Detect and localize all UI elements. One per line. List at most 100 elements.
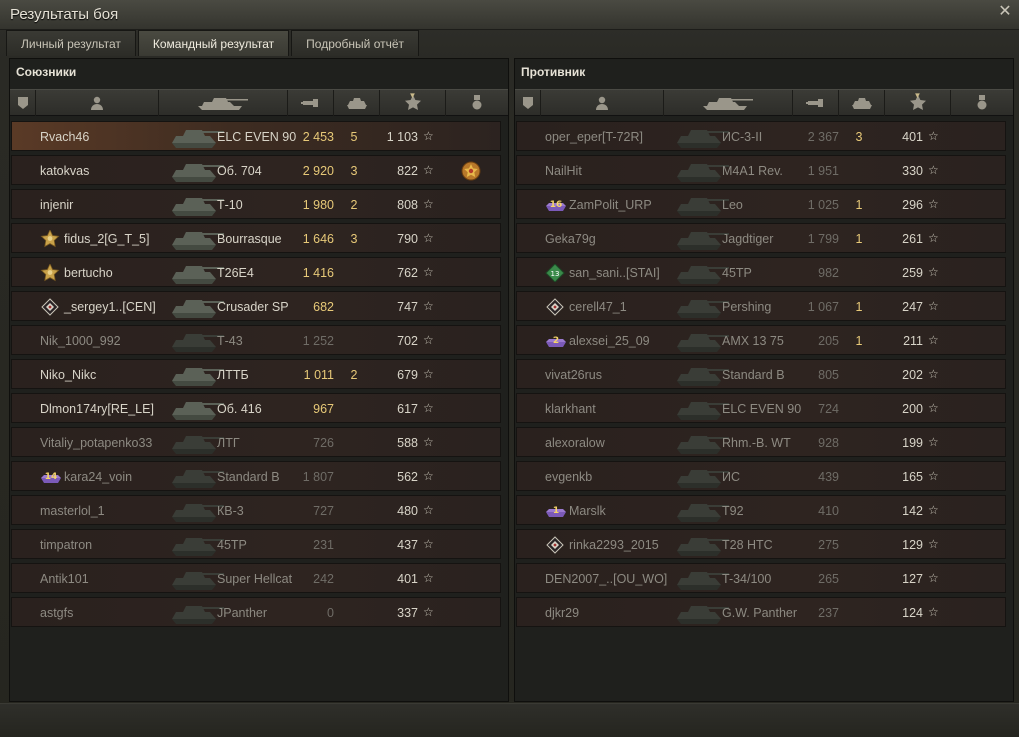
player-row[interactable]: masterlol_1 КВ-3 727 480 ☆ bbox=[11, 495, 501, 525]
player-row[interactable]: alexoralow Rhm.-B. WT 928 199 ☆ bbox=[516, 427, 1006, 457]
svg-text:13: 13 bbox=[551, 270, 560, 278]
vehicle-name: Т-10 bbox=[217, 198, 243, 212]
frags-icon[interactable] bbox=[839, 90, 885, 116]
player-row[interactable]: rinka2293_2015 T28 HTC 275 129 ☆ bbox=[516, 529, 1006, 559]
player-row[interactable]: Geka79g Jagdtiger 1 799 1 261 ☆ bbox=[516, 223, 1006, 253]
bottom-bar bbox=[0, 703, 1019, 737]
xp-value: 822 bbox=[397, 164, 418, 178]
gold-star-badge-icon bbox=[40, 229, 60, 248]
player-row[interactable]: Niko_Nikc ЛТТБ 1 011 2 679 ☆ bbox=[11, 359, 501, 389]
damage-value: 724 bbox=[818, 402, 839, 416]
vehicle-name: Bourrasque bbox=[217, 232, 282, 246]
xp-star-icon[interactable]: ▼ bbox=[380, 90, 446, 116]
player-row[interactable]: Rvach46 ELC EVEN 90 2 453 5 1 103 ☆ bbox=[11, 121, 501, 151]
player-row[interactable]: NailHit M4A1 Rev. 1 951 330 ☆ bbox=[516, 155, 1006, 185]
player-row[interactable]: katokvas Об. 704 2 920 3 822 ☆ bbox=[11, 155, 501, 185]
vehicle-name: Leo bbox=[722, 198, 743, 212]
player-row[interactable]: 13 san_sani..[STAI] 45TP 982 259 ☆ bbox=[516, 257, 1006, 287]
medal-icon[interactable] bbox=[951, 90, 1013, 116]
vehicle-name: T92 bbox=[722, 504, 744, 518]
allies-title: Союзники bbox=[16, 65, 77, 79]
damage-value: 2 367 bbox=[807, 130, 839, 144]
xp-star-icon: ☆ bbox=[928, 163, 939, 177]
player-row[interactable]: vivat26rus Standard B 805 202 ☆ bbox=[516, 359, 1006, 389]
player-name: san_sani..[STAI] bbox=[569, 266, 660, 280]
vehicle-name: Jagdtiger bbox=[722, 232, 774, 246]
xp-value: 199 bbox=[902, 436, 923, 450]
player-name: Rvach46 bbox=[40, 130, 90, 144]
player-name: rinka2293_2015 bbox=[569, 538, 659, 552]
player-row[interactable]: astgfs JPanther 0 337 ☆ bbox=[11, 597, 501, 627]
tank-icon[interactable] bbox=[10, 90, 36, 116]
player-row[interactable]: Antik101 Super Hellcat 242 401 ☆ bbox=[11, 563, 501, 593]
xp-value: 337 bbox=[397, 606, 418, 620]
player-name: oper_eper[T-72R] bbox=[545, 130, 643, 144]
allies-panel: Союзники ▼ Rvach46 ELC EVEN 90 2 453 5 1… bbox=[9, 58, 509, 702]
player-row[interactable]: 2 alexsei_25_09 AMX 13 75 205 1 211 ☆ bbox=[516, 325, 1006, 355]
player-row[interactable]: Dlmon174ry[RE_LE] Об. 416 967 617 ☆ bbox=[11, 393, 501, 423]
player-row[interactable]: klarkhant ELC EVEN 90 724 200 ☆ bbox=[516, 393, 1006, 423]
rank-1-badge-icon: 1 bbox=[545, 502, 566, 520]
xp-value: 562 bbox=[397, 470, 418, 484]
player-row[interactable]: 1 Marslk T92 410 142 ☆ bbox=[516, 495, 1006, 525]
medal-icon[interactable] bbox=[461, 161, 481, 181]
vehicle-name: Pershing bbox=[722, 300, 772, 314]
player-row[interactable]: DEN2007_..[OU_WO] T-34/100 265 127 ☆ bbox=[516, 563, 1006, 593]
battle-results-window: Результаты боя ✕ Личный результат Команд… bbox=[0, 0, 1019, 737]
player-icon[interactable] bbox=[541, 90, 664, 116]
kills-value: 5 bbox=[350, 130, 358, 144]
player-name: Antik101 bbox=[40, 572, 89, 586]
xp-star-icon: ☆ bbox=[423, 197, 434, 211]
player-row[interactable]: oper_eper[T-72R] ИС-3-II 2 367 3 401 ☆ bbox=[516, 121, 1006, 151]
rank-14-badge-icon: 14 bbox=[40, 468, 61, 486]
enemies-list: oper_eper[T-72R] ИС-3-II 2 367 3 401 ☆ NailHit… bbox=[516, 121, 1006, 631]
damage-value: 967 bbox=[313, 402, 334, 416]
medal-icon[interactable] bbox=[446, 90, 508, 116]
frags-icon[interactable] bbox=[334, 90, 380, 116]
player-row[interactable]: cerell47_1 Pershing 1 067 1 247 ☆ bbox=[516, 291, 1006, 321]
kills-value: 1 bbox=[855, 198, 863, 212]
diamond-badge-icon bbox=[545, 298, 565, 316]
tab-personal-result[interactable]: Личный результат bbox=[6, 30, 136, 56]
close-icon[interactable]: ✕ bbox=[997, 4, 1013, 20]
player-row[interactable]: evgenkb ИС 439 165 ☆ bbox=[516, 461, 1006, 491]
player-row[interactable]: bertucho T26E4 1 416 762 ☆ bbox=[11, 257, 501, 287]
xp-star-icon: ☆ bbox=[928, 435, 939, 449]
player-row[interactable]: fidus_2[G_T_5] Bourrasque 1 646 3 790 ☆ bbox=[11, 223, 501, 253]
player-row[interactable]: timpatron 45TP 231 437 ☆ bbox=[11, 529, 501, 559]
xp-value: 401 bbox=[902, 130, 923, 144]
vehicle-name: ИС-3-II bbox=[722, 130, 763, 144]
player-row[interactable]: 16 ZamPolit_URP Leo 1 025 1 296 ☆ bbox=[516, 189, 1006, 219]
player-row[interactable]: Vitaliy_potapenko33 ЛТГ 726 588 ☆ bbox=[11, 427, 501, 457]
damage-value: 1 252 bbox=[302, 334, 334, 348]
vehicle-name: Standard B bbox=[722, 368, 785, 382]
xp-star-icon: ☆ bbox=[423, 367, 434, 381]
tab-detailed-report[interactable]: Подробный отчёт bbox=[291, 30, 420, 56]
player-name: fidus_2[G_T_5] bbox=[64, 232, 150, 246]
player-name: NailHit bbox=[545, 164, 582, 178]
damage-icon[interactable] bbox=[288, 90, 334, 116]
player-name: evgenkb bbox=[545, 470, 593, 484]
player-icon[interactable] bbox=[36, 90, 159, 116]
vehicle-icon[interactable] bbox=[159, 90, 288, 116]
player-row[interactable]: 14 kara24_voin Standard B 1 807 562 ☆ bbox=[11, 461, 501, 491]
xp-star-icon: ☆ bbox=[423, 231, 434, 245]
enemies-panel: Противник ▼ oper_eper[T-72R] ИС-3-II 2 3… bbox=[514, 58, 1014, 702]
xp-star-icon: ☆ bbox=[928, 605, 939, 619]
player-row[interactable]: injenir Т-10 1 980 2 808 ☆ bbox=[11, 189, 501, 219]
tank-icon[interactable] bbox=[515, 90, 541, 116]
damage-icon[interactable] bbox=[793, 90, 839, 116]
player-row[interactable]: Nik_1000_992 Т-43 1 252 702 ☆ bbox=[11, 325, 501, 355]
vehicle-icon[interactable] bbox=[664, 90, 793, 116]
xp-value: 259 bbox=[902, 266, 923, 280]
xp-star-icon[interactable]: ▼ bbox=[885, 90, 951, 116]
vehicle-name: Т-43 bbox=[217, 334, 243, 348]
rank-16-badge-icon: 16 bbox=[545, 196, 566, 214]
svg-text:16: 16 bbox=[550, 200, 563, 210]
xp-value: 702 bbox=[397, 334, 418, 348]
player-row[interactable]: djkr29 G.W. Panther 237 124 ☆ bbox=[516, 597, 1006, 627]
title-bar[interactable]: Результаты боя ✕ bbox=[0, 0, 1019, 30]
player-row[interactable]: _sergey1..[CEN] Crusader SP 682 747 ☆ bbox=[11, 291, 501, 321]
xp-value: 762 bbox=[397, 266, 418, 280]
tab-team-result[interactable]: Командный результат bbox=[137, 30, 290, 56]
